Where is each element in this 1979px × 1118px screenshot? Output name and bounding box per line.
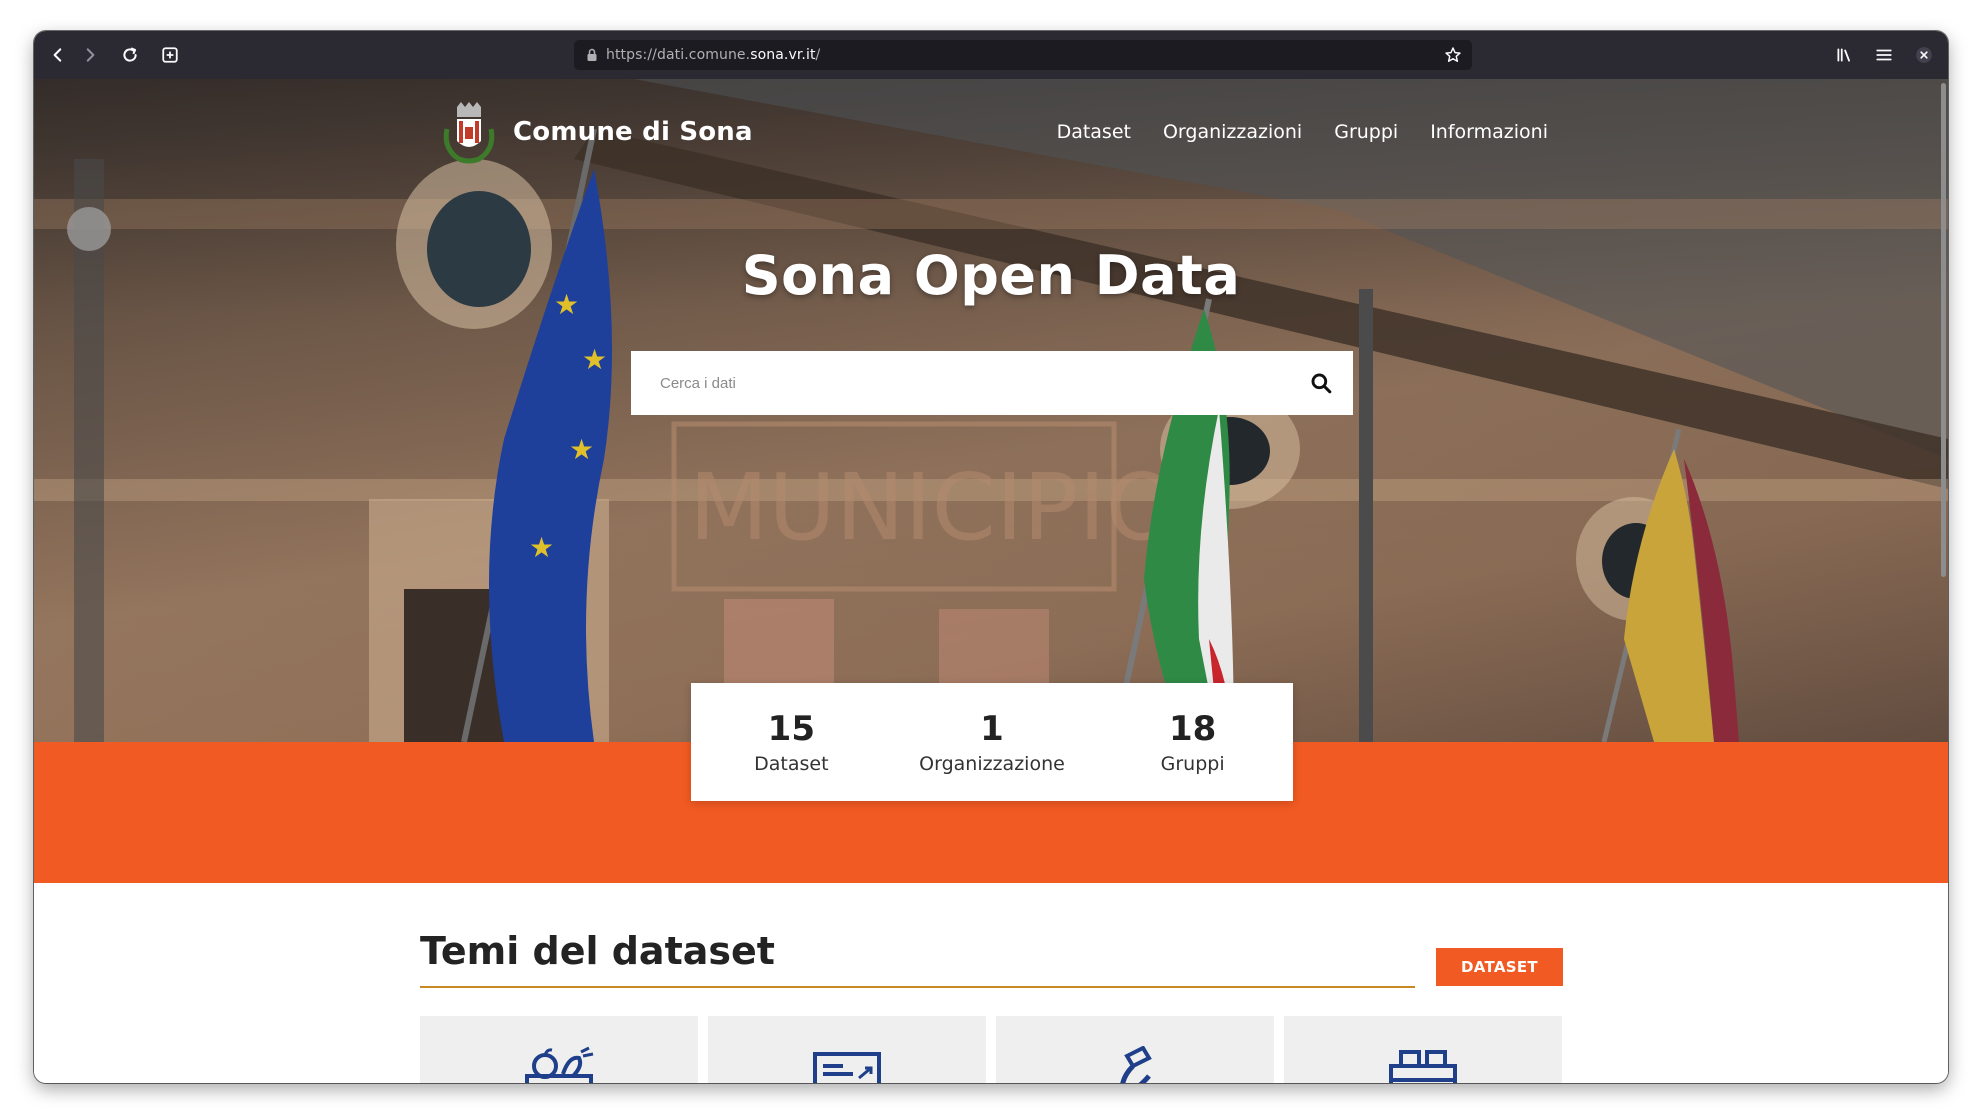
main-nav: Dataset Organizzazioni Gruppi Informazio… bbox=[1057, 121, 1548, 143]
back-icon[interactable] bbox=[46, 43, 70, 67]
theme-tile-transport[interactable] bbox=[1284, 1016, 1562, 1083]
stat-label: Gruppi bbox=[1160, 753, 1225, 775]
coat-of-arms-icon bbox=[443, 102, 495, 164]
reload-icon[interactable] bbox=[118, 43, 142, 67]
site-logo[interactable]: Comune di Sona bbox=[439, 99, 753, 165]
svg-text:★: ★ bbox=[569, 433, 594, 466]
search-icon bbox=[1311, 373, 1332, 394]
page-title: Sona Open Data bbox=[741, 244, 1241, 307]
stat-value: 1 bbox=[980, 709, 1004, 749]
themes-heading: Temi del dataset bbox=[420, 929, 775, 973]
stat-label: Organizzazione bbox=[919, 753, 1065, 775]
dataset-button[interactable]: DATASET bbox=[1436, 948, 1563, 986]
bookmark-star-icon[interactable] bbox=[1444, 46, 1462, 64]
url-text: https://dati.comune.sona.vr.it/ bbox=[606, 47, 821, 63]
page-viewport: MUNICIPIO ★ ★ ★ ★ Comune di Sona Dataset… bbox=[34, 79, 1948, 1083]
site-name: Comune di Sona bbox=[513, 117, 753, 147]
stat-label: Dataset bbox=[754, 753, 829, 775]
lock-icon bbox=[587, 48, 597, 61]
stats-card: 15 Dataset 1 Organizzazione 18 Gruppi bbox=[691, 683, 1293, 801]
page-scrollbar[interactable] bbox=[1941, 83, 1946, 577]
stat-dataset[interactable]: 15 Dataset bbox=[691, 709, 891, 775]
stat-value: 18 bbox=[1168, 709, 1217, 749]
address-bar[interactable]: https://dati.comune.sona.vr.it/ bbox=[574, 40, 1472, 70]
science-technology-icon bbox=[1120, 1046, 1152, 1083]
nav-item-gruppi[interactable]: Gruppi bbox=[1334, 121, 1398, 143]
search-box bbox=[631, 351, 1353, 415]
food-agriculture-icon bbox=[525, 1046, 594, 1083]
search-input[interactable] bbox=[631, 351, 1289, 415]
browser-window: https://dati.comune.sona.vr.it/ MUNICIPI… bbox=[34, 31, 1948, 1083]
stat-organizzazione[interactable]: 1 Organizzazione bbox=[892, 709, 1092, 775]
svg-text:★: ★ bbox=[529, 531, 554, 564]
hero-banner: MUNICIPIO ★ ★ ★ ★ Comune di Sona Dataset… bbox=[34, 79, 1948, 742]
theme-tile-agriculture[interactable] bbox=[420, 1016, 698, 1083]
nav-item-informazioni[interactable]: Informazioni bbox=[1430, 121, 1548, 143]
search-button[interactable] bbox=[1289, 351, 1353, 415]
stat-value: 15 bbox=[767, 709, 815, 749]
nav-item-dataset[interactable]: Dataset bbox=[1057, 121, 1131, 143]
theme-tile-economy[interactable] bbox=[708, 1016, 986, 1083]
stat-gruppi[interactable]: 18 Gruppi bbox=[1093, 709, 1293, 775]
svg-text:MUNICIPIO: MUNICIPIO bbox=[689, 454, 1178, 561]
transport-icon bbox=[1389, 1050, 1457, 1083]
theme-tiles bbox=[420, 1016, 1562, 1083]
close-window-icon[interactable] bbox=[1912, 43, 1936, 67]
browser-toolbar: https://dati.comune.sona.vr.it/ bbox=[34, 31, 1948, 79]
menu-icon[interactable] bbox=[1872, 43, 1896, 67]
economy-finance-icon bbox=[813, 1052, 881, 1083]
new-tab-icon[interactable] bbox=[158, 43, 182, 67]
nav-item-organizzazioni[interactable]: Organizzazioni bbox=[1163, 121, 1302, 143]
section-divider bbox=[420, 986, 1415, 988]
library-icon[interactable] bbox=[1832, 43, 1856, 67]
svg-text:★: ★ bbox=[582, 343, 607, 376]
theme-tile-science[interactable] bbox=[996, 1016, 1274, 1083]
forward-icon[interactable] bbox=[78, 43, 102, 67]
